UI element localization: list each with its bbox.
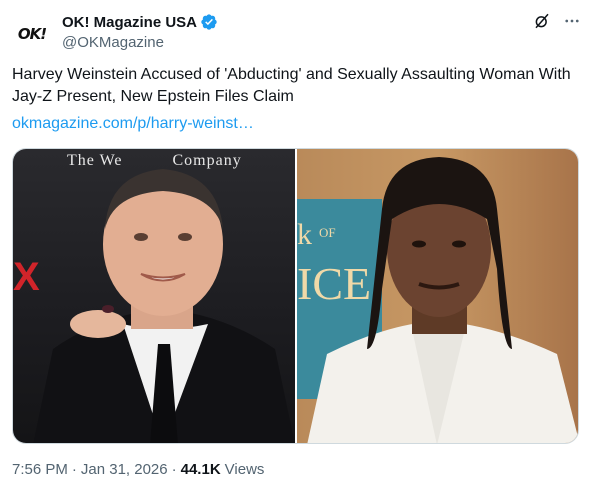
svg-text:ICE: ICE: [297, 258, 371, 309]
views-count: 44.1K: [180, 461, 221, 478]
more-icon[interactable]: [563, 12, 581, 30]
tweet-time[interactable]: 7:56 PM: [12, 461, 68, 478]
svg-text:k: k: [297, 218, 312, 251]
photo-harvey-weinstein[interactable]: The We Company X: [13, 149, 295, 443]
handle[interactable]: @OKMagazine: [62, 34, 218, 51]
media-grid[interactable]: The We Company X k OF ICE: [12, 148, 579, 444]
display-name[interactable]: OK! Magazine USA: [62, 14, 197, 31]
meta-separator: ·: [71, 461, 77, 478]
views-label: Views: [224, 461, 265, 478]
portrait-left-illustration: [33, 169, 295, 443]
portrait-right-illustration: k OF ICE: [297, 157, 578, 443]
meta-separator: ·: [171, 461, 177, 478]
top-actions: [533, 12, 581, 30]
avatar[interactable]: OK!: [12, 14, 52, 54]
tweet-date[interactable]: Jan 31, 2026: [81, 461, 168, 478]
tweet-link[interactable]: okmagazine.com/p/harry-weinst…: [12, 113, 254, 135]
grok-icon[interactable]: [533, 12, 551, 30]
tweet-header: OK! OK! Magazine USA @OKMagazine: [12, 8, 581, 54]
photo-jay-z[interactable]: k OF ICE: [297, 149, 578, 443]
svg-text:OF: OF: [319, 225, 336, 240]
verified-badge-icon: [201, 14, 217, 30]
avatar-logo-text: OK!: [17, 25, 47, 43]
tweet-text: Harvey Weinstein Accused of 'Abducting' …: [12, 66, 571, 105]
author-info: OK! Magazine USA @OKMagazine: [62, 12, 218, 51]
tweet-meta: 7:56 PM · Jan 31, 2026 · 44.1K Views: [12, 461, 264, 478]
display-name-row: OK! Magazine USA: [62, 12, 218, 32]
